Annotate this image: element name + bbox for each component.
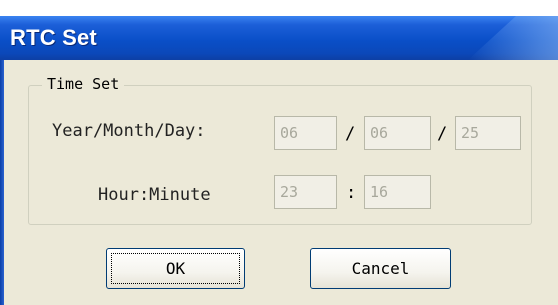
time-set-legend: Time Set xyxy=(42,75,125,93)
date-label: Year/Month/Day: xyxy=(52,121,206,141)
day-field[interactable]: 25 xyxy=(455,116,521,150)
time-separator: : xyxy=(346,183,357,203)
title-bar[interactable]: RTC Set xyxy=(0,16,558,60)
date-separator-1: / xyxy=(345,124,356,144)
rtc-set-dialog: RTC Set Time Set Year/Month/Day: 06 / 06… xyxy=(0,0,558,305)
focus-rect xyxy=(111,253,240,284)
minute-field[interactable]: 16 xyxy=(364,175,431,209)
year-field[interactable]: 06 xyxy=(274,116,337,150)
month-field[interactable]: 06 xyxy=(364,116,431,150)
cancel-button-label: Cancel xyxy=(351,259,410,278)
top-strip xyxy=(0,0,558,16)
ok-button[interactable]: OK xyxy=(106,248,245,289)
date-separator-2: / xyxy=(437,124,448,144)
title-bar-shine xyxy=(468,16,558,60)
time-label: Hour:Minute xyxy=(98,185,211,205)
dialog-title: RTC Set xyxy=(10,25,97,50)
hour-field[interactable]: 23 xyxy=(274,175,337,209)
cancel-button[interactable]: Cancel xyxy=(310,248,451,289)
window-left-border xyxy=(0,60,4,305)
